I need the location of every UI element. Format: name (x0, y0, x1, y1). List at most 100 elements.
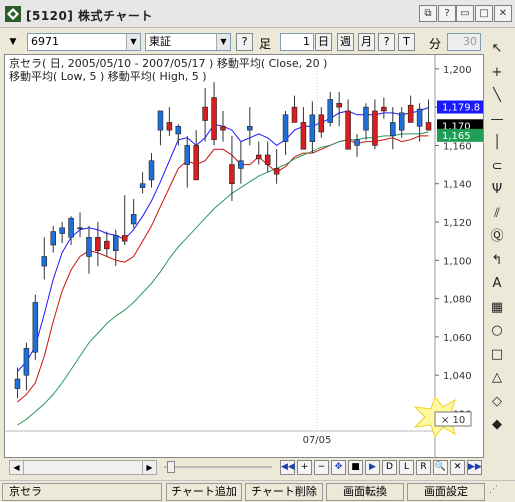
arrow-turn-icon[interactable]: ↰ (486, 250, 508, 272)
delete-chart-button[interactable]: チャート削除 (245, 483, 323, 501)
symbol-combo[interactable]: 6971 ▼ (27, 33, 141, 51)
pointer-icon[interactable]: ↖ (486, 38, 508, 60)
market-value: 東証 (149, 35, 171, 48)
magnify-icon[interactable]: 🔍 (433, 460, 448, 475)
candle-body (32, 302, 39, 353)
candle-body (211, 97, 217, 140)
zoom-slider-track[interactable] (164, 466, 272, 468)
rectangle-icon[interactable]: □ (486, 344, 508, 366)
screen-switch-button[interactable]: 画面転換 (326, 483, 404, 501)
candle-body (166, 122, 173, 131)
maximize-icon[interactable]: □ (475, 5, 493, 22)
add-chart-button[interactable]: チャート追加 (166, 483, 242, 501)
candle-body (14, 378, 21, 389)
candlestick-chart[interactable]: 京セラ( 日, 2005/05/10 - 2007/05/17 ) 移動平均( … (5, 55, 483, 457)
candle-body (381, 106, 387, 112)
text-icon[interactable]: A (486, 273, 508, 295)
candle-body (255, 154, 262, 160)
zoom-in-icon[interactable]: + (297, 460, 312, 475)
y-tick-label: 1,080 (443, 295, 472, 306)
last-page-icon[interactable]: ▶▶ (467, 460, 482, 475)
price-badge-label: 1,179.8 (442, 103, 480, 114)
candle-body (193, 145, 199, 181)
candle-body (345, 110, 351, 150)
status-bar: 京セラ チャート追加 チャート削除 画面転換 画面設定 ⋰ (0, 480, 515, 502)
title-bar: [5120] 株式チャート ⧉ ? ▭ □ ✕ (0, 0, 515, 28)
month-button[interactable]: 月 (358, 33, 375, 51)
q-button[interactable]: ? (378, 33, 395, 51)
moving-average-line-1 (17, 107, 429, 372)
zoom-slider-thumb[interactable] (167, 461, 175, 473)
candle-body (59, 227, 65, 234)
resize-grip-icon[interactable]: ⋰ (489, 485, 511, 501)
candle-body (148, 160, 155, 181)
candle-body (157, 110, 164, 131)
price-label-icon[interactable]: Ⓠ (486, 226, 508, 248)
candle-body (77, 227, 83, 230)
foot-count-value: 1 (303, 35, 310, 48)
eraser-all-icon[interactable]: ◆ (486, 414, 508, 436)
candle-body (121, 235, 128, 242)
candle-body (139, 183, 146, 188)
help-button[interactable]: ? (236, 33, 253, 51)
candle-body (50, 231, 56, 246)
y-tick-label: 1,120 (443, 218, 472, 229)
minute-label: 分 (429, 37, 442, 51)
horizontal-line-icon[interactable]: — (486, 109, 508, 131)
market-combo[interactable]: 東証 ▼ (145, 33, 231, 51)
app-logo-icon (5, 6, 21, 22)
chart-header-line1: 京セラ( 日, 2005/05/10 - 2007/05/17 ) 移動平均( … (9, 56, 327, 70)
screen-settings-button[interactable]: 画面設定 (407, 483, 485, 501)
trendline-icon[interactable]: ╲ (486, 85, 508, 107)
horizontal-scrollbar[interactable]: ◀ ▶ (9, 460, 157, 475)
crosshair-icon[interactable]: + (486, 62, 508, 84)
candle-body (282, 114, 289, 142)
chevron-down-icon[interactable]: ▼ (216, 34, 230, 50)
candle-body (130, 214, 137, 225)
fibonacci-icon[interactable]: Ψ (486, 179, 508, 201)
chevron-down-icon[interactable]: ▼ (126, 34, 140, 50)
zoom-out-icon[interactable]: − (314, 460, 329, 475)
candle-body (23, 348, 30, 376)
r-button[interactable]: R (416, 460, 431, 475)
week-button[interactable]: 週 (337, 33, 354, 51)
y-tick-label: 1,100 (443, 256, 472, 267)
candle-body (184, 145, 191, 165)
gann-fan-icon[interactable]: ⫽ (486, 203, 508, 225)
symbol-value: 6971 (31, 35, 59, 48)
parallel-line-icon[interactable]: ⊂ (486, 156, 508, 178)
play-icon[interactable]: ▶ (365, 460, 380, 475)
minimize-icon[interactable]: ▭ (456, 5, 474, 22)
stop-icon[interactable]: ■ (348, 460, 363, 475)
day-button[interactable]: 日 (315, 33, 332, 51)
ellipse-icon[interactable]: ○ (486, 320, 508, 342)
scroll-right-icon[interactable]: ▶ (142, 461, 156, 474)
candle-body (202, 106, 208, 121)
help-icon[interactable]: ? (438, 5, 456, 22)
candle-body (425, 122, 432, 131)
chart-area[interactable]: 京セラ( 日, 2005/05/10 - 2007/05/17 ) 移動平均( … (4, 54, 484, 458)
candle-body (175, 125, 182, 135)
close-view-icon[interactable]: ✕ (450, 460, 465, 475)
minute-count-value: 30 (463, 35, 477, 48)
candle-body (86, 237, 92, 257)
price-badge-label: 1,165 (442, 131, 471, 142)
t-button[interactable]: T (398, 33, 415, 51)
close-icon[interactable]: ✕ (494, 5, 512, 22)
scroll-left-icon[interactable]: ◀ (10, 461, 24, 474)
eraser-icon[interactable]: ◇ (486, 391, 508, 413)
dropdown-menu-icon[interactable]: ▼ (6, 35, 20, 49)
foot-count-input[interactable]: 1 (280, 33, 314, 51)
candle-body (104, 240, 110, 250)
status-stock-name: 京セラ (2, 483, 162, 501)
pan-icon[interactable]: ✥ (331, 460, 346, 475)
restore-icon[interactable]: ⧉ (419, 5, 437, 22)
table-icon[interactable]: ▦ (486, 297, 508, 319)
minute-count-input[interactable]: 30 (447, 33, 481, 51)
candle-body (407, 104, 414, 123)
l-button[interactable]: L (399, 460, 414, 475)
first-page-icon[interactable]: ◀◀ (280, 460, 295, 475)
d-button[interactable]: D (382, 460, 397, 475)
triangle-icon[interactable]: △ (486, 367, 508, 389)
vertical-line-icon[interactable]: │ (486, 132, 508, 154)
